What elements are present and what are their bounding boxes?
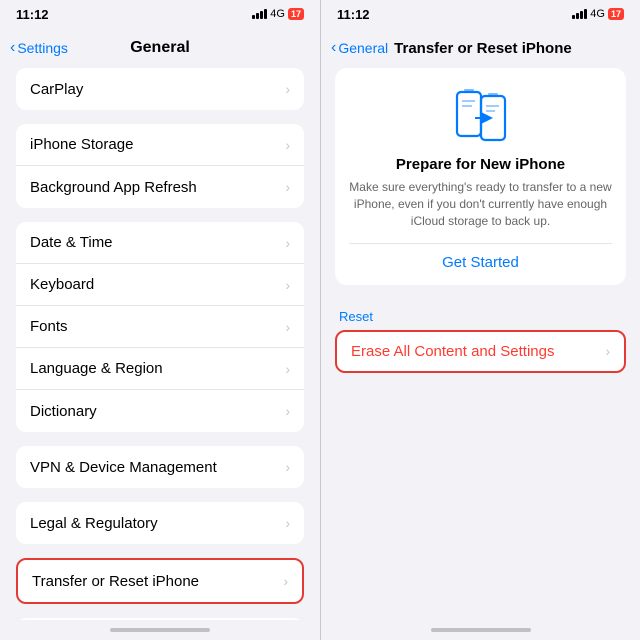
left-row-date-time-label: Date & Time <box>30 234 113 251</box>
left-status-bar: 11:12 4G 17 <box>0 0 320 28</box>
prepare-card-divider <box>349 243 612 244</box>
left-panel: 11:12 4G 17 ‹ Settings General CarPlay <box>0 0 320 640</box>
left-card-carplay: CarPlay › <box>16 68 304 110</box>
left-status-time: 11:12 <box>16 7 49 22</box>
signal-bar-1 <box>252 15 255 19</box>
right-signal-bars <box>572 9 587 19</box>
right-status-icons: 4G 17 <box>572 8 624 20</box>
left-back-label: Settings <box>17 40 68 56</box>
erase-card: Erase All Content and Settings › <box>335 330 626 373</box>
right-status-bar: 11:12 4G 17 <box>321 0 640 28</box>
left-back-chevron-icon: ‹ <box>10 39 15 57</box>
left-row-dictionary-label: Dictionary <box>30 403 97 420</box>
erase-row[interactable]: Erase All Content and Settings › <box>337 332 624 371</box>
right-nav-bar: ‹ General Transfer or Reset iPhone <box>321 28 640 68</box>
transfer-phones-icon <box>455 86 507 144</box>
prepare-card: Prepare for New iPhone Make sure everyth… <box>335 68 626 285</box>
left-row-language-region[interactable]: Language & Region › <box>16 348 304 390</box>
phone-icon-group <box>455 86 507 144</box>
left-row-legal-chevron: › <box>285 515 290 531</box>
reset-section: Reset Erase All Content and Settings › <box>335 305 626 373</box>
right-signal-bar-3 <box>580 11 583 19</box>
left-row-dictionary[interactable]: Dictionary › <box>16 390 304 432</box>
left-nav-title: General <box>130 39 190 57</box>
left-row-vpn[interactable]: VPN & Device Management › <box>16 446 304 488</box>
erase-label: Erase All Content and Settings <box>351 343 554 360</box>
left-row-iphone-storage[interactable]: iPhone Storage › <box>16 124 304 166</box>
left-group-carplay: CarPlay › <box>16 68 304 110</box>
right-notification-badge: 17 <box>608 8 624 20</box>
signal-bar-4 <box>264 9 267 19</box>
left-group-storage: iPhone Storage › Background App Refresh … <box>16 124 304 208</box>
prepare-title: Prepare for New iPhone <box>396 156 565 173</box>
right-home-indicator <box>321 620 640 640</box>
left-row-transfer[interactable]: Transfer or Reset iPhone › <box>18 560 302 602</box>
left-back-button[interactable]: ‹ Settings <box>10 39 68 57</box>
left-card-transfer: Transfer or Reset iPhone › <box>16 558 304 604</box>
left-row-legal-label: Legal & Regulatory <box>30 515 158 532</box>
left-row-carplay-chevron: › <box>285 81 290 97</box>
left-notification-badge: 17 <box>288 8 304 20</box>
left-row-carplay-label: CarPlay <box>30 81 83 98</box>
right-back-chevron-icon: ‹ <box>331 39 336 57</box>
get-started-button[interactable]: Get Started <box>349 254 612 271</box>
left-row-date-time[interactable]: Date & Time › <box>16 222 304 264</box>
left-row-date-time-chevron: › <box>285 235 290 251</box>
left-group-legal: Legal & Regulatory › <box>16 502 304 544</box>
left-card-vpn: VPN & Device Management › <box>16 446 304 488</box>
left-nav-bar: ‹ Settings General <box>0 28 320 68</box>
left-row-iphone-storage-label: iPhone Storage <box>30 136 133 153</box>
signal-bar-2 <box>256 13 259 19</box>
right-home-bar <box>431 628 531 632</box>
left-row-keyboard-chevron: › <box>285 277 290 293</box>
right-network-label: 4G <box>590 8 605 20</box>
left-group-locale: Date & Time › Keyboard › Fonts › Languag… <box>16 222 304 432</box>
left-row-fonts[interactable]: Fonts › <box>16 306 304 348</box>
right-back-label: General <box>338 40 388 56</box>
left-row-keyboard[interactable]: Keyboard › <box>16 264 304 306</box>
left-row-transfer-chevron: › <box>283 573 288 589</box>
left-row-background-refresh-chevron: › <box>285 179 290 195</box>
right-panel: 11:12 4G 17 ‹ General Transfer or Reset … <box>320 0 640 640</box>
left-home-bar <box>110 628 210 632</box>
left-row-fonts-chevron: › <box>285 319 290 335</box>
erase-chevron-icon: › <box>605 343 610 359</box>
right-back-button[interactable]: ‹ General <box>331 39 388 57</box>
left-row-dictionary-chevron: › <box>285 403 290 419</box>
left-home-indicator <box>0 620 320 640</box>
left-status-icons: 4G 17 <box>252 8 304 20</box>
right-status-time: 11:12 <box>337 7 370 22</box>
right-nav-title: Transfer or Reset iPhone <box>394 40 572 57</box>
left-group-vpn: VPN & Device Management › <box>16 446 304 488</box>
left-row-vpn-chevron: › <box>285 459 290 475</box>
reset-section-label: Reset <box>335 305 626 330</box>
left-row-background-refresh-label: Background App Refresh <box>30 179 197 196</box>
left-signal-bars <box>252 9 267 19</box>
left-row-language-region-chevron: › <box>285 361 290 377</box>
left-row-language-region-label: Language & Region <box>30 360 163 377</box>
left-card-legal: Legal & Regulatory › <box>16 502 304 544</box>
right-signal-bar-1 <box>572 15 575 19</box>
left-row-keyboard-label: Keyboard <box>30 276 94 293</box>
left-row-iphone-storage-chevron: › <box>285 137 290 153</box>
right-signal-bar-4 <box>584 9 587 19</box>
left-row-legal[interactable]: Legal & Regulatory › <box>16 502 304 544</box>
left-group-transfer: Transfer or Reset iPhone › <box>16 558 304 604</box>
left-row-transfer-label: Transfer or Reset iPhone <box>32 573 199 590</box>
signal-bar-3 <box>260 11 263 19</box>
right-signal-bar-2 <box>576 13 579 19</box>
left-card-storage: iPhone Storage › Background App Refresh … <box>16 124 304 208</box>
left-card-locale: Date & Time › Keyboard › Fonts › Languag… <box>16 222 304 432</box>
prepare-description: Make sure everything's ready to transfer… <box>349 179 612 229</box>
left-row-background-refresh[interactable]: Background App Refresh › <box>16 166 304 208</box>
left-settings-content: CarPlay › iPhone Storage › Background Ap… <box>0 68 320 620</box>
left-row-carplay[interactable]: CarPlay › <box>16 68 304 110</box>
left-row-vpn-label: VPN & Device Management <box>30 459 217 476</box>
right-main-content: Prepare for New iPhone Make sure everyth… <box>321 68 640 620</box>
left-row-fonts-label: Fonts <box>30 318 68 335</box>
left-network-label: 4G <box>270 8 285 20</box>
